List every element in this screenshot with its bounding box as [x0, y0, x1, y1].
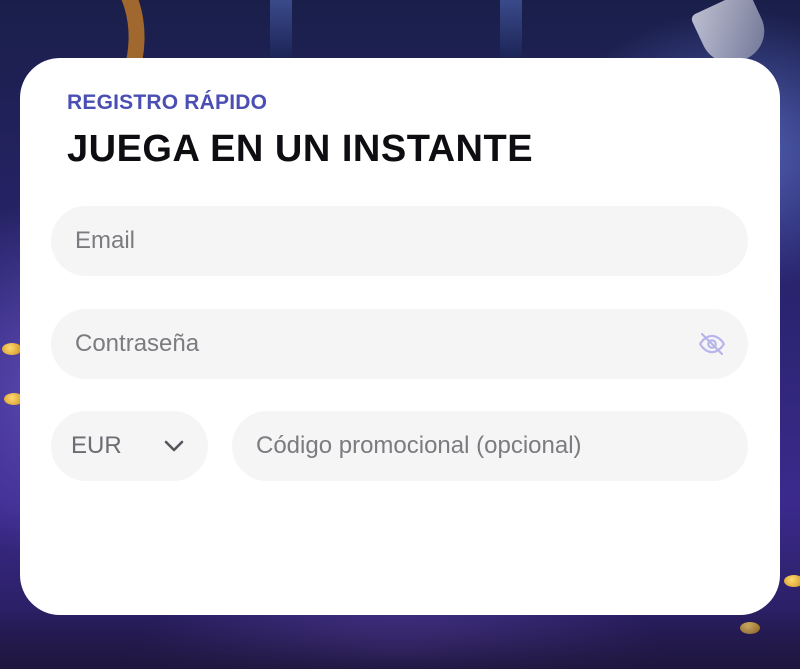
- background-pillar: [270, 0, 292, 58]
- promo-code-input[interactable]: [232, 411, 748, 481]
- password-input[interactable]: [51, 309, 748, 379]
- background-coin: [784, 575, 800, 587]
- background-floor: [0, 609, 800, 669]
- quick-registration-card: REGISTRO RÁPIDO JUEGA EN UN INSTANTE EUR: [20, 58, 780, 615]
- currency-value: EUR: [71, 432, 122, 459]
- promo-code-field[interactable]: [232, 411, 748, 481]
- password-field[interactable]: [51, 309, 748, 379]
- card-eyebrow: REGISTRO RÁPIDO: [67, 91, 268, 114]
- card-title: JUEGA EN UN INSTANTE: [67, 128, 534, 170]
- email-input[interactable]: [51, 206, 748, 276]
- eye-off-icon[interactable]: [696, 328, 728, 360]
- chevron-down-icon: [162, 435, 186, 457]
- currency-select[interactable]: EUR: [51, 411, 208, 481]
- background-coin: [2, 343, 22, 355]
- background-pillar: [500, 0, 522, 58]
- email-field[interactable]: [51, 206, 748, 276]
